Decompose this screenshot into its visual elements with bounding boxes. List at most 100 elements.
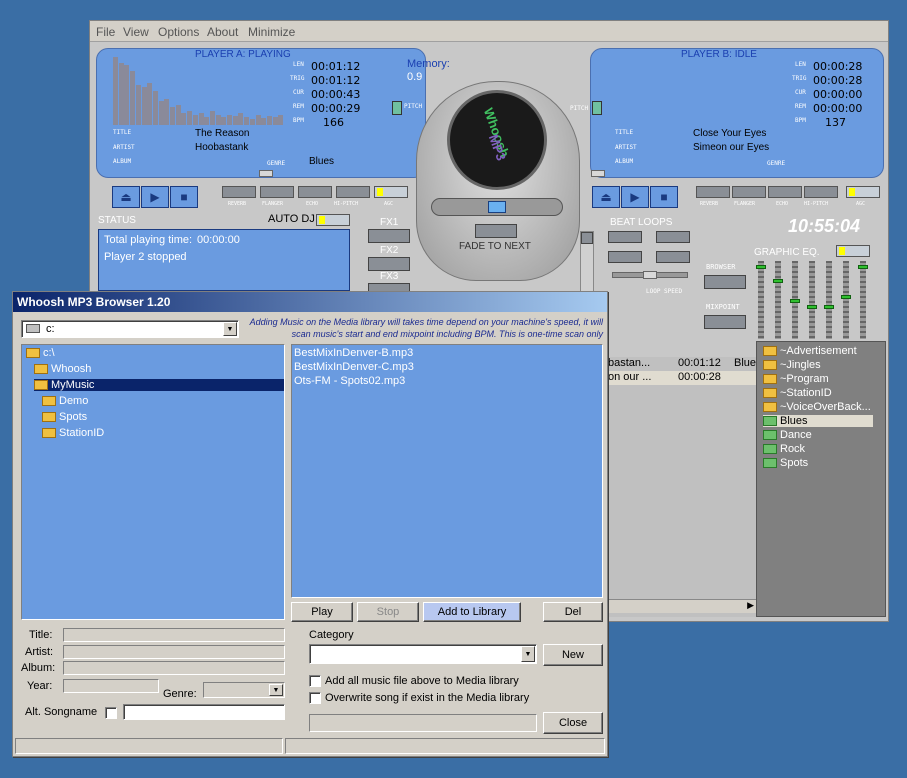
agc-button-b[interactable] xyxy=(846,186,880,198)
pitch-slider-b[interactable] xyxy=(592,101,602,115)
menu-options[interactable]: Options xyxy=(158,25,199,39)
eq-band-knob[interactable] xyxy=(807,305,817,309)
file-list-item[interactable]: BestMixInDenver-C.mp3 xyxy=(294,361,414,373)
menu-minimize[interactable]: Minimize xyxy=(248,25,295,39)
genre-select[interactable]: ▼ xyxy=(203,682,285,698)
alt-songname-checkbox[interactable] xyxy=(105,707,117,719)
eq-band-knob[interactable] xyxy=(790,299,800,303)
stop-button-a[interactable]: ■ xyxy=(170,186,198,208)
library-item[interactable]: Spots xyxy=(763,457,808,469)
graphic-eq-toggle[interactable] xyxy=(836,245,870,257)
eq-band-knob[interactable] xyxy=(841,295,851,299)
library-item[interactable]: ~VoiceOverBack... xyxy=(763,401,871,413)
library-item[interactable]: ~Program xyxy=(763,373,829,385)
close-button[interactable]: Close xyxy=(543,712,603,734)
chevron-down-icon[interactable]: ▼ xyxy=(223,322,237,336)
album-field[interactable] xyxy=(63,661,285,675)
menu-file[interactable]: File xyxy=(96,25,115,39)
flanger-button-b[interactable] xyxy=(732,186,766,198)
hipitch-button-a[interactable] xyxy=(336,186,370,198)
crossfader-knob[interactable] xyxy=(488,201,506,213)
beat-loop-4[interactable] xyxy=(656,251,690,263)
library-item[interactable]: ~StationID xyxy=(763,387,832,399)
fx1-button[interactable] xyxy=(368,229,410,243)
playlist-row[interactable]: bastan... 00:01:12 Blue xyxy=(608,357,756,371)
category-select[interactable]: ▼ xyxy=(309,644,537,664)
beat-loop-3[interactable] xyxy=(608,251,642,263)
play-button[interactable]: Play xyxy=(291,602,353,622)
beat-loop-2[interactable] xyxy=(656,231,690,243)
auto-dj-toggle[interactable] xyxy=(316,214,350,226)
trig-label-b: TRIG xyxy=(792,75,807,82)
alt-songname-input[interactable] xyxy=(123,704,285,720)
file-list-item[interactable]: BestMixInDenver-B.mp3 xyxy=(294,347,413,359)
file-list-item[interactable]: Ots-FM - Spots02.mp3 xyxy=(294,375,405,387)
stop-button-b[interactable]: ■ xyxy=(650,186,678,208)
chevron-down-icon[interactable]: ▼ xyxy=(521,646,535,662)
new-category-button[interactable]: New xyxy=(543,644,603,666)
folder-tree-item[interactable]: StationID xyxy=(42,427,104,439)
folder-tree-item[interactable]: c:\ xyxy=(26,347,55,359)
menu-view[interactable]: View xyxy=(123,25,149,39)
beat-loop-1[interactable] xyxy=(608,231,642,243)
scroll-right-icon[interactable]: ▶ xyxy=(747,600,754,611)
add-to-library-button[interactable]: Add to Library xyxy=(423,602,521,622)
echo-label-b: ECHO xyxy=(776,201,789,207)
overwrite-checkbox[interactable] xyxy=(309,692,321,704)
eq-band-slider[interactable] xyxy=(809,261,815,339)
eq-band-slider[interactable] xyxy=(860,261,866,339)
folder-tree-item[interactable]: Demo xyxy=(42,395,88,407)
loop-speed-knob[interactable] xyxy=(643,271,657,279)
eq-band-knob[interactable] xyxy=(773,279,783,283)
chevron-down-icon[interactable]: ▼ xyxy=(269,684,283,696)
library-item[interactable]: Blues xyxy=(763,415,873,427)
eq-band-slider[interactable] xyxy=(758,261,764,339)
eq-band-slider[interactable] xyxy=(826,261,832,339)
library-item[interactable]: Dance xyxy=(763,429,812,441)
loop-speed-slider[interactable] xyxy=(612,271,688,279)
folder-tree-item[interactable]: Spots xyxy=(42,411,87,423)
delete-button[interactable]: Del xyxy=(543,602,603,622)
crossfader-track[interactable] xyxy=(431,198,563,216)
folder-tree-item[interactable]: MyMusic xyxy=(34,379,284,391)
drive-select[interactable]: c: ▼ xyxy=(21,320,239,338)
browser-button[interactable] xyxy=(704,275,746,289)
agc-button-a[interactable] xyxy=(374,186,408,198)
year-field[interactable] xyxy=(63,679,159,693)
eq-band-slider[interactable] xyxy=(775,261,781,339)
echo-button-a[interactable] xyxy=(298,186,332,198)
fx2-button[interactable] xyxy=(368,257,410,271)
play-button-a[interactable]: ▶ xyxy=(141,186,169,208)
fade-to-next-button[interactable] xyxy=(475,224,517,238)
eq-band-knob[interactable] xyxy=(756,265,766,269)
hipitch-button-b[interactable] xyxy=(804,186,838,198)
echo-button-b[interactable] xyxy=(768,186,802,198)
folder-tree-item[interactable]: Whoosh xyxy=(34,363,91,375)
flanger-button-a[interactable] xyxy=(260,186,294,198)
artist-field[interactable] xyxy=(63,645,285,659)
playlist-row[interactable]: on our ... 00:00:28 xyxy=(608,371,756,385)
title-field[interactable] xyxy=(63,628,285,642)
volume-slider-knob[interactable] xyxy=(581,232,593,244)
library-item[interactable]: ~Advertisement xyxy=(763,345,857,357)
reverb-button-a[interactable] xyxy=(222,186,256,198)
library-item-label: ~Advertisement xyxy=(780,345,857,357)
reverb-button-b[interactable] xyxy=(696,186,730,198)
play-button-b[interactable]: ▶ xyxy=(621,186,649,208)
mixpoint-button[interactable] xyxy=(704,315,746,329)
eq-band-slider[interactable] xyxy=(843,261,849,339)
library-item[interactable]: Rock xyxy=(763,443,805,455)
agc-label-b: AGC xyxy=(856,201,866,207)
player-a-scroll-handle[interactable] xyxy=(259,170,273,177)
eq-band-knob[interactable] xyxy=(824,305,834,309)
eject-button-b[interactable]: ⏏ xyxy=(592,186,620,208)
playlist-hscrollbar[interactable]: ▶ xyxy=(608,599,756,613)
menu-about[interactable]: About xyxy=(207,25,238,39)
eject-button-a[interactable]: ⏏ xyxy=(112,186,140,208)
pitch-slider-a[interactable] xyxy=(392,101,402,115)
eq-band-knob[interactable] xyxy=(858,265,868,269)
library-item[interactable]: ~Jingles xyxy=(763,359,821,371)
player-b-scroll-handle[interactable] xyxy=(591,170,605,177)
add-all-checkbox[interactable] xyxy=(309,675,321,687)
stop-button[interactable]: Stop xyxy=(357,602,419,622)
